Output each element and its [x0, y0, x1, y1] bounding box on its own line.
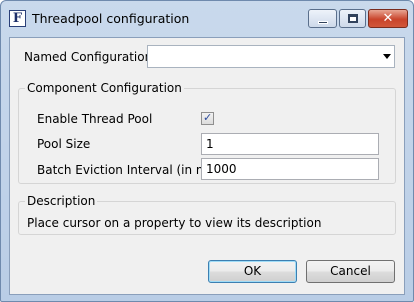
- dialog-window: F Threadpool configuration ✕ Named Confi…: [0, 0, 414, 302]
- component-configuration-legend: Component Configuration: [25, 81, 184, 95]
- cancel-button[interactable]: Cancel: [306, 260, 395, 283]
- ok-button[interactable]: OK: [208, 260, 297, 283]
- enable-thread-pool-checkbox[interactable]: ✓: [201, 111, 214, 125]
- chevron-down-icon: [383, 54, 391, 59]
- pool-size-input[interactable]: 1: [201, 133, 379, 155]
- app-icon: F: [9, 10, 26, 27]
- maximize-button[interactable]: [339, 9, 366, 28]
- title-bar[interactable]: F Threadpool configuration ✕: [1, 1, 413, 37]
- minimize-icon: [318, 21, 328, 24]
- named-configuration-label: Named Configuration: [24, 50, 153, 64]
- dialog-content: Named Configuration Component Configurat…: [9, 37, 405, 295]
- batch-eviction-interval-label: Batch Eviction Interval (in ms): [37, 163, 219, 177]
- description-legend: Description: [25, 194, 98, 208]
- maximize-icon: [348, 14, 358, 23]
- batch-eviction-interval-input[interactable]: 1000: [201, 158, 379, 180]
- pool-size-label: Pool Size: [37, 137, 91, 151]
- checkmark-icon: ✓: [203, 111, 213, 124]
- window-title: Threadpool configuration: [32, 11, 190, 26]
- named-configuration-dropdown[interactable]: [147, 45, 395, 68]
- description-group: Description Place cursor on a property t…: [18, 194, 396, 235]
- enable-thread-pool-label: Enable Thread Pool: [37, 112, 153, 126]
- close-icon: ✕: [382, 11, 394, 26]
- close-button[interactable]: ✕: [368, 9, 408, 28]
- description-text: Place cursor on a property to view its d…: [27, 216, 322, 230]
- minimize-button[interactable]: [308, 9, 337, 28]
